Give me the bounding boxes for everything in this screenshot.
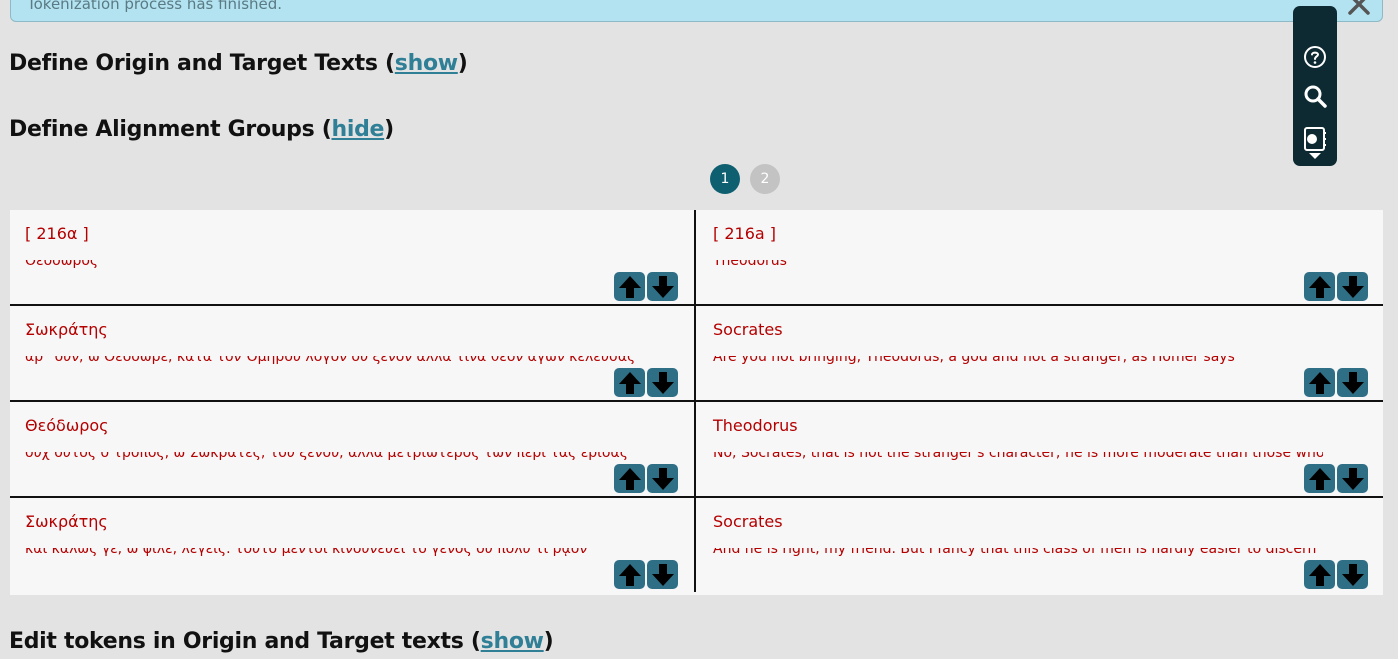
target-move-controls: [1304, 272, 1368, 301]
target-speaker: [ 216a ]: [713, 224, 776, 243]
arrow-down-icon[interactable]: [1337, 560, 1368, 589]
origin-snippet: οὐχ οὗτος ὁ τρόπος, ὦ Σώκρατες, τοῦ ξένο…: [25, 452, 628, 461]
target-snippet: Theodorus: [713, 260, 787, 269]
target-cell[interactable]: Socrates And he is right, my friend. But…: [698, 498, 1383, 592]
arrow-up-icon[interactable]: [614, 368, 645, 397]
target-speaker: Socrates: [713, 320, 783, 339]
arrow-up-icon[interactable]: [1304, 272, 1335, 301]
arrow-down-icon[interactable]: [1337, 272, 1368, 301]
origin-move-controls: [614, 272, 678, 301]
pagination: 1 2: [710, 164, 780, 194]
target-snippet: And he is right, my friend. But I fancy …: [713, 548, 1317, 557]
section-alignment-groups-heading: Define Alignment Groups (hide): [9, 117, 394, 142]
close-icon[interactable]: [1346, 0, 1372, 17]
origin-move-controls: [614, 560, 678, 589]
arrow-up-icon[interactable]: [614, 464, 645, 493]
origin-speaker: [ 216α ]: [25, 224, 89, 243]
target-cell[interactable]: Theodorus No, Socrates, that is not the …: [698, 402, 1383, 496]
origin-cell[interactable]: Θεόδωρος οὐχ οὗτος ὁ τρόπος, ὦ Σώκρατες,…: [10, 402, 696, 496]
arrow-down-icon[interactable]: [1337, 368, 1368, 397]
notebook-icon[interactable]: [1293, 118, 1337, 168]
alignment-grid: [ 216α ] Θεόδωρος [ 216a ] Theodorus Σωκ…: [10, 210, 1383, 595]
target-speaker: Theodorus: [713, 416, 798, 435]
target-move-controls: [1304, 464, 1368, 493]
floating-toolbar: [1293, 6, 1337, 166]
target-snippet: Are you not bringing, Theodorus, a god a…: [713, 356, 1235, 365]
target-cell[interactable]: [ 216a ] Theodorus: [698, 210, 1383, 304]
origin-cell[interactable]: Σωκράτης ἆρ᾽ οὖν, ὦ Θεόδωρε, κατὰ τὸν Ὁμ…: [10, 306, 696, 400]
origin-speaker: Σωκράτης: [25, 320, 108, 339]
alignment-row: Θεόδωρος οὐχ οὗτος ὁ τρόπος, ὦ Σώκρατες,…: [10, 402, 1383, 498]
origin-target-show-link[interactable]: show: [395, 51, 458, 76]
alignment-row: Σωκράτης ἆρ᾽ οὖν, ὦ Θεόδωρε, κατὰ τὸν Ὁμ…: [10, 306, 1383, 402]
origin-snippet: ἆρ᾽ οὖν, ὦ Θεόδωρε, κατὰ τὸν Ὁμήρου λόγο…: [25, 356, 635, 365]
alignment-row: Σωκράτης καὶ καλῶς γε, ὦ φίλε, λέγεις. τ…: [10, 498, 1383, 594]
edit-tokens-show-link[interactable]: show: [481, 629, 544, 654]
help-circle-icon[interactable]: [1293, 37, 1337, 77]
page-1-button[interactable]: 1: [710, 164, 740, 194]
target-speaker: Socrates: [713, 512, 783, 531]
origin-snippet: Θεόδωρος: [25, 260, 99, 269]
banner-message: Tokenization process has finished.: [27, 0, 283, 13]
arrow-up-icon[interactable]: [1304, 368, 1335, 397]
chevron-down-icon[interactable]: [1308, 152, 1322, 160]
alignment-groups-hide-link[interactable]: hide: [331, 117, 384, 142]
target-snippet: No, Socrates, that is not the stranger's…: [713, 452, 1323, 461]
origin-cell[interactable]: Σωκράτης καὶ καλῶς γε, ὦ φίλε, λέγεις. τ…: [10, 498, 696, 592]
arrow-up-icon[interactable]: [614, 560, 645, 589]
section-edit-tokens-heading: Edit tokens in Origin and Target texts (…: [9, 629, 554, 654]
target-cell[interactable]: Socrates Are you not bringing, Theodorus…: [698, 306, 1383, 400]
arrow-down-icon[interactable]: [1337, 464, 1368, 493]
arrow-down-icon[interactable]: [647, 272, 678, 301]
origin-move-controls: [614, 368, 678, 397]
page-2-button[interactable]: 2: [750, 164, 780, 194]
arrow-up-icon[interactable]: [1304, 464, 1335, 493]
alignment-row: [ 216α ] Θεόδωρος [ 216a ] Theodorus: [10, 210, 1383, 306]
arrow-down-icon[interactable]: [647, 560, 678, 589]
arrow-up-icon[interactable]: [1304, 560, 1335, 589]
origin-move-controls: [614, 464, 678, 493]
notification-banner: Tokenization process has finished.: [10, 0, 1383, 22]
search-icon[interactable]: [1293, 76, 1337, 116]
origin-snippet: καὶ καλῶς γε, ὦ φίλε, λέγεις. τοῦτο μέντ…: [25, 548, 588, 557]
target-move-controls: [1304, 368, 1368, 397]
arrow-down-icon[interactable]: [647, 464, 678, 493]
arrow-up-icon[interactable]: [614, 272, 645, 301]
origin-speaker: Θεόδωρος: [25, 416, 109, 435]
origin-speaker: Σωκράτης: [25, 512, 108, 531]
section-origin-target-heading: Define Origin and Target Texts (show): [9, 51, 468, 76]
arrow-down-icon[interactable]: [647, 368, 678, 397]
target-move-controls: [1304, 560, 1368, 589]
origin-cell[interactable]: [ 216α ] Θεόδωρος: [10, 210, 696, 304]
